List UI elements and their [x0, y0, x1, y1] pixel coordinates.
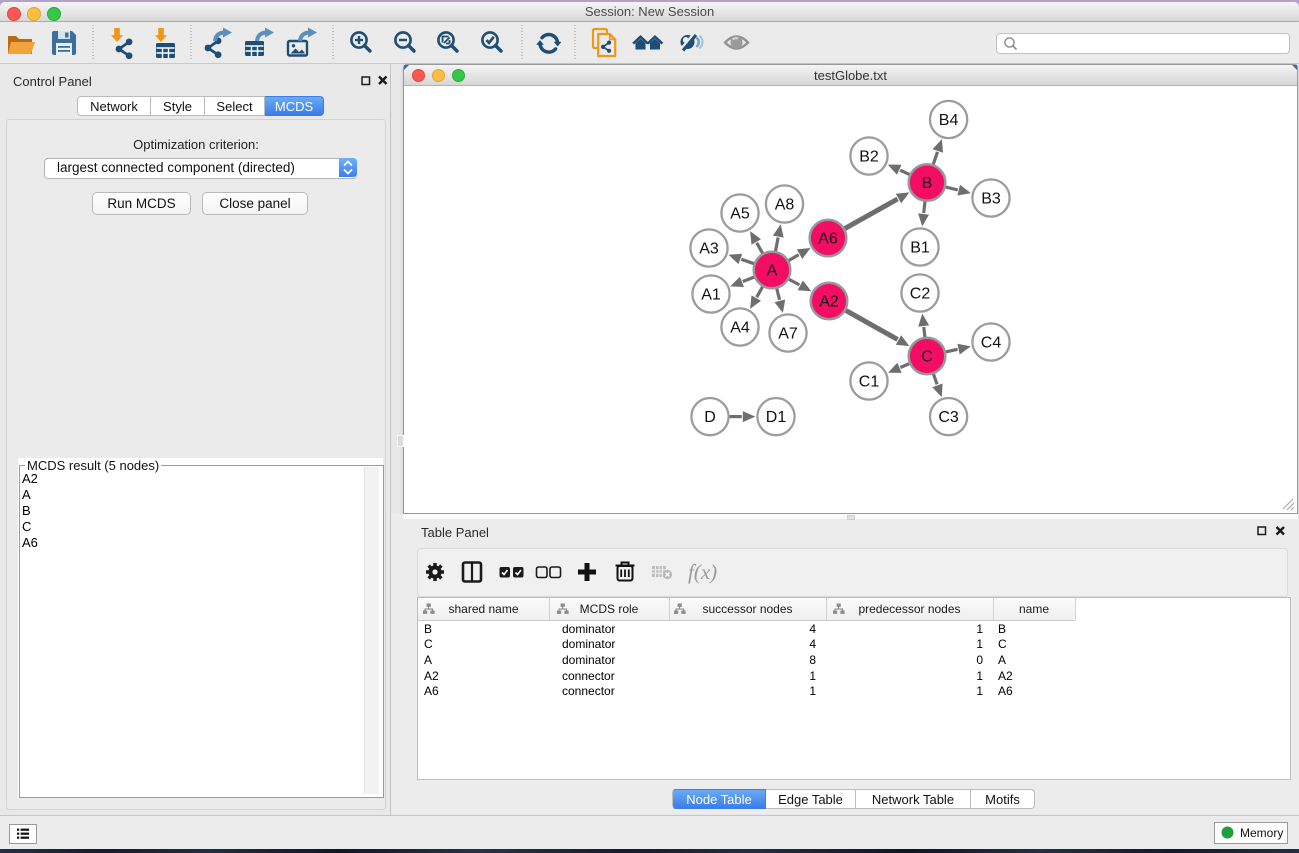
svg-text:C1: C1 — [859, 374, 880, 391]
svg-text:B: B — [922, 175, 933, 192]
svg-text:C4: C4 — [981, 335, 1002, 352]
svg-text:A4: A4 — [730, 320, 750, 337]
svg-text:B2: B2 — [859, 149, 879, 166]
svg-text:A2: A2 — [819, 294, 839, 311]
svg-text:C3: C3 — [938, 409, 959, 426]
svg-text:A6: A6 — [818, 231, 838, 248]
svg-text:C2: C2 — [910, 286, 931, 303]
svg-text:B1: B1 — [910, 240, 930, 257]
svg-text:f(x): f(x) — [688, 560, 717, 584]
svg-text:A: A — [767, 263, 778, 280]
svg-text:A8: A8 — [775, 197, 795, 214]
svg-text:A3: A3 — [699, 241, 719, 258]
svg-text:A5: A5 — [730, 206, 750, 223]
svg-text:C: C — [921, 349, 933, 366]
svg-text:D: D — [704, 409, 716, 426]
svg-text:B4: B4 — [939, 112, 959, 129]
svg-text:A7: A7 — [778, 326, 798, 343]
svg-text:A1: A1 — [701, 287, 721, 304]
svg-text:B3: B3 — [981, 191, 1001, 208]
svg-text:D1: D1 — [766, 409, 787, 426]
